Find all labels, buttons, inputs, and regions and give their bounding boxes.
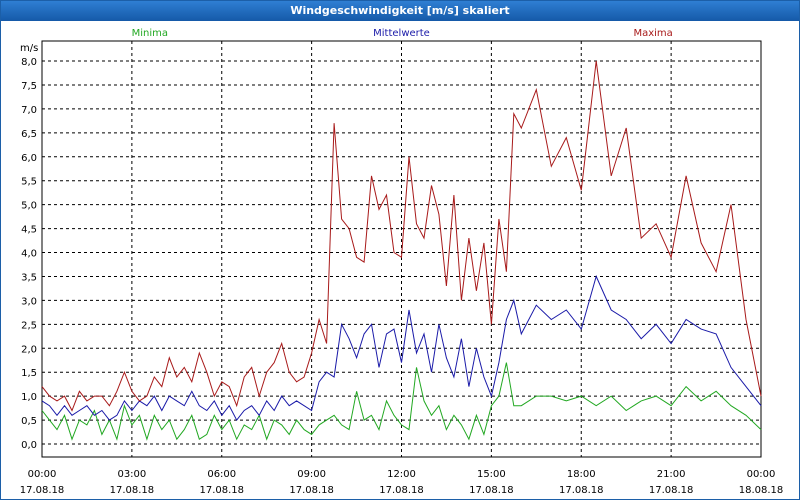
x-tick-date: 17.08.18 [199, 485, 244, 496]
chart-window: Windgeschwindigkeit [m/s] skaliert 0,0 0,… [0, 0, 800, 500]
x-tick-time: 00:00 [747, 469, 776, 480]
x-tick-time: 15:00 [477, 469, 506, 480]
y-tick-label: 5,0 [21, 201, 37, 212]
y-tick-label: 0,5 [21, 416, 37, 427]
y-tick-label: 2,5 [21, 320, 37, 331]
legend-mittelwerte: Mittelwerte [373, 28, 430, 39]
y-tick-label: 3,0 [21, 296, 37, 307]
y-tick-label: 8,0 [21, 57, 37, 68]
legend-maxima: Maxima [633, 28, 672, 39]
legend-minima: Minima [132, 28, 168, 39]
x-tick-time: 18:00 [567, 469, 596, 480]
y-tick-label: 1,0 [21, 392, 37, 403]
y-tick-label: 1,5 [21, 368, 37, 379]
y-tick-label: 4,0 [21, 249, 37, 260]
y-tick-label: 0,0 [21, 440, 37, 451]
y-tick-label: 6,0 [21, 153, 37, 164]
window-title: Windgeschwindigkeit [m/s] skaliert [1, 1, 799, 21]
x-tick-time: 09:00 [297, 469, 326, 480]
x-tick-date: 17.08.18 [469, 485, 514, 496]
wind-speed-chart: 0,0 0,5 1,0 1,5 2,0 2,5 3,0 3,5 4,0 4,5 5,0 5,5 6,0 6… [20, 28, 784, 496]
y-axis-label: m/s [20, 43, 38, 54]
x-tick-date: 17.08.18 [379, 485, 424, 496]
y-tick-label: 3,5 [21, 272, 37, 283]
x-tick-date: 17.08.18 [289, 485, 334, 496]
y-tick-label: 4,5 [21, 225, 37, 236]
x-tick-time: 03:00 [117, 469, 146, 480]
y-tick-label: 7,0 [21, 105, 37, 116]
x-tick-time: 12:00 [387, 469, 416, 480]
x-tick-date: 17.08.18 [110, 485, 155, 496]
y-tick-label: 2,0 [21, 344, 37, 355]
y-tick-label: 7,5 [21, 81, 37, 92]
y-tick-label: 5,5 [21, 177, 37, 188]
x-tick-date: 17.08.18 [649, 485, 694, 496]
x-tick-time: 21:00 [657, 469, 686, 480]
x-tick-date: 17.08.18 [20, 485, 65, 496]
x-tick-time: 06:00 [207, 469, 236, 480]
x-tick-date: 18.08.18 [739, 485, 784, 496]
x-tick-date: 17.08.18 [559, 485, 604, 496]
y-tick-label: 6,5 [21, 129, 37, 140]
x-tick-time: 00:00 [28, 469, 57, 480]
